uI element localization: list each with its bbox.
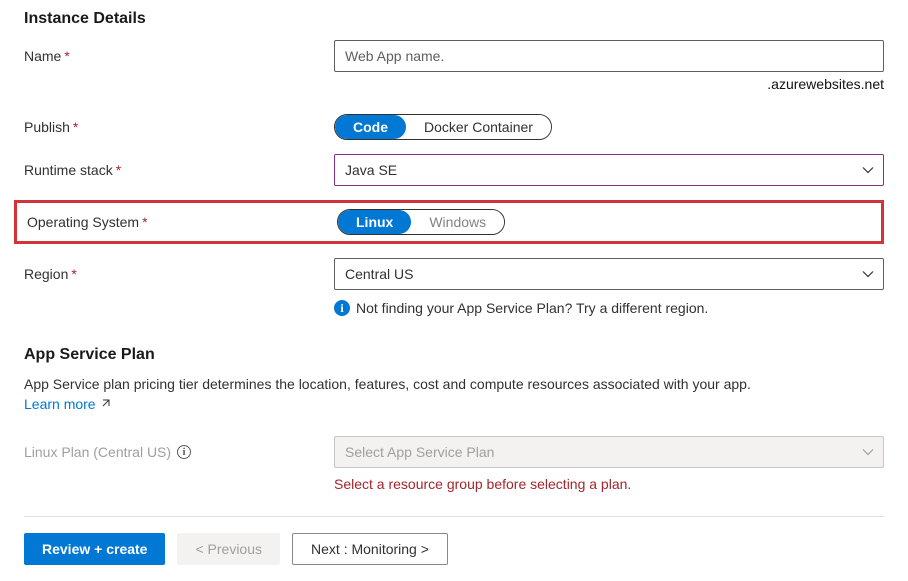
os-required-asterisk: * — [142, 214, 147, 230]
os-option-linux[interactable]: Linux — [338, 210, 411, 234]
name-suffix: .azurewebsites.net — [334, 76, 884, 92]
runtime-label: Runtime stack — [24, 162, 113, 178]
publish-option-docker[interactable]: Docker Container — [406, 115, 551, 139]
plan-description: App Service plan pricing tier determines… — [24, 376, 884, 392]
row-region: Region * Central US — [24, 258, 884, 290]
linux-plan-label: Linux Plan (Central US) — [24, 444, 171, 460]
row-linux-plan: Linux Plan (Central US) i Select App Ser… — [24, 436, 884, 468]
row-runtime: Runtime stack * Java SE — [24, 154, 884, 186]
chevron-down-icon — [861, 445, 875, 459]
region-info: i Not finding your App Service Plan? Try… — [334, 300, 884, 316]
publish-required-asterisk: * — [73, 119, 78, 135]
os-option-windows[interactable]: Windows — [411, 210, 504, 234]
publish-pill-group: Code Docker Container — [334, 114, 552, 140]
region-required-asterisk: * — [71, 266, 76, 282]
runtime-select[interactable]: Java SE — [334, 154, 884, 186]
name-label: Name — [24, 48, 61, 64]
row-os-highlight: Operating System * Linux Windows — [14, 200, 884, 244]
os-pill-group: Linux Windows — [337, 209, 505, 235]
learn-more-text: Learn more — [24, 396, 96, 412]
chevron-down-icon — [861, 163, 875, 177]
external-link-icon — [100, 397, 112, 412]
row-name: Name * — [24, 40, 884, 72]
name-input[interactable] — [334, 40, 884, 72]
publish-option-code[interactable]: Code — [335, 115, 406, 139]
region-select[interactable]: Central US — [334, 258, 884, 290]
row-publish: Publish * Code Docker Container — [24, 114, 884, 140]
footer-bar: Review + create < Previous Next : Monito… — [24, 516, 884, 581]
plan-error-message: Select a resource group before selecting… — [334, 476, 884, 492]
section-title-plan: App Service Plan — [24, 346, 884, 364]
runtime-required-asterisk: * — [116, 162, 121, 178]
os-label: Operating System — [27, 214, 139, 230]
publish-label: Publish — [24, 119, 70, 135]
region-select-value: Central US — [345, 266, 413, 282]
learn-more-link[interactable]: Learn more — [24, 396, 112, 412]
next-button[interactable]: Next : Monitoring > — [292, 533, 448, 565]
info-outline-icon[interactable]: i — [177, 445, 191, 459]
info-icon: i — [334, 300, 350, 316]
linux-plan-placeholder: Select App Service Plan — [345, 444, 494, 460]
section-title-instance: Instance Details — [24, 10, 884, 28]
review-create-button[interactable]: Review + create — [24, 533, 165, 565]
region-label: Region — [24, 266, 68, 282]
runtime-select-value: Java SE — [345, 162, 397, 178]
linux-plan-select: Select App Service Plan — [334, 436, 884, 468]
previous-button: < Previous — [177, 533, 280, 565]
name-required-asterisk: * — [64, 48, 69, 64]
chevron-down-icon — [861, 267, 875, 281]
region-info-text: Not finding your App Service Plan? Try a… — [356, 300, 708, 316]
